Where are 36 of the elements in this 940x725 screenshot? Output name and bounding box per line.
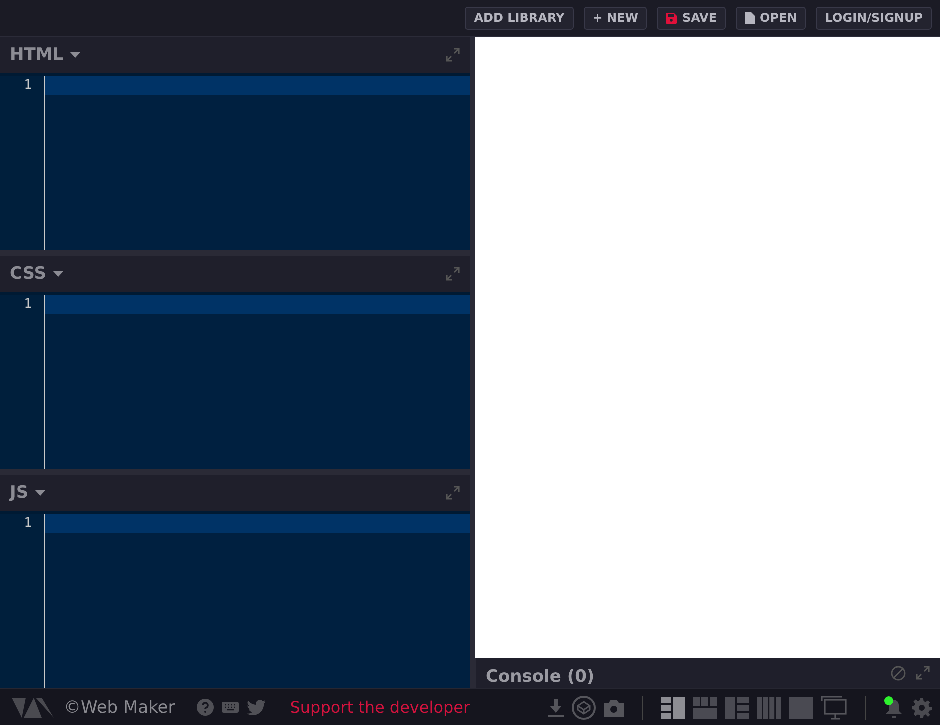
- cube-icon[interactable]: [572, 696, 596, 720]
- brand-link[interactable]: ©Web Maker: [64, 698, 176, 718]
- toolbar-button[interactable]: ADD LIBRARY: [465, 6, 574, 30]
- code-editor[interactable]: CSS 1: [0, 256, 470, 469]
- layout-button[interactable]: [661, 696, 685, 718]
- line-number: 1: [23, 77, 33, 95]
- bird-icon[interactable]: [247, 700, 266, 716]
- document-icon: [745, 12, 756, 24]
- caret-icon[interactable]: [34, 490, 46, 496]
- editor-title[interactable]: HTML: [10, 45, 64, 65]
- toolbar-button[interactable]: LOGIN/SIGNUP: [816, 6, 932, 30]
- caret-icon[interactable]: [52, 271, 64, 277]
- bell-icon[interactable]: [884, 696, 904, 720]
- monitor-icon[interactable]: [821, 696, 847, 720]
- code-editor[interactable]: HTML 1: [0, 37, 470, 250]
- camera-icon[interactable]: [604, 698, 624, 716]
- toolbar-button[interactable]: + NEW: [584, 6, 648, 30]
- help-icon[interactable]: [197, 699, 214, 716]
- expand-icon[interactable]: [446, 486, 460, 500]
- editor-title[interactable]: JS: [10, 483, 29, 503]
- caret-icon[interactable]: [70, 52, 81, 58]
- code-editor[interactable]: JS 1: [0, 475, 470, 688]
- expand-icon[interactable]: [446, 48, 460, 62]
- toolbar-button[interactable]: OPEN: [736, 6, 806, 30]
- keyboard-icon[interactable]: [222, 702, 240, 713]
- toolbar-button[interactable]: SAVE: [657, 6, 726, 30]
- expand-icon[interactable]: [446, 267, 460, 281]
- line-number: 1: [23, 296, 33, 314]
- expand-icon[interactable]: [916, 666, 930, 680]
- settings-icon[interactable]: [912, 698, 932, 718]
- editor-title[interactable]: CSS: [10, 264, 47, 284]
- console-title[interactable]: Console (0): [486, 667, 595, 687]
- logo-icon[interactable]: [12, 698, 56, 718]
- clear-icon[interactable]: [891, 666, 906, 680]
- line-number: 1: [23, 515, 33, 533]
- download-icon[interactable]: [548, 698, 564, 716]
